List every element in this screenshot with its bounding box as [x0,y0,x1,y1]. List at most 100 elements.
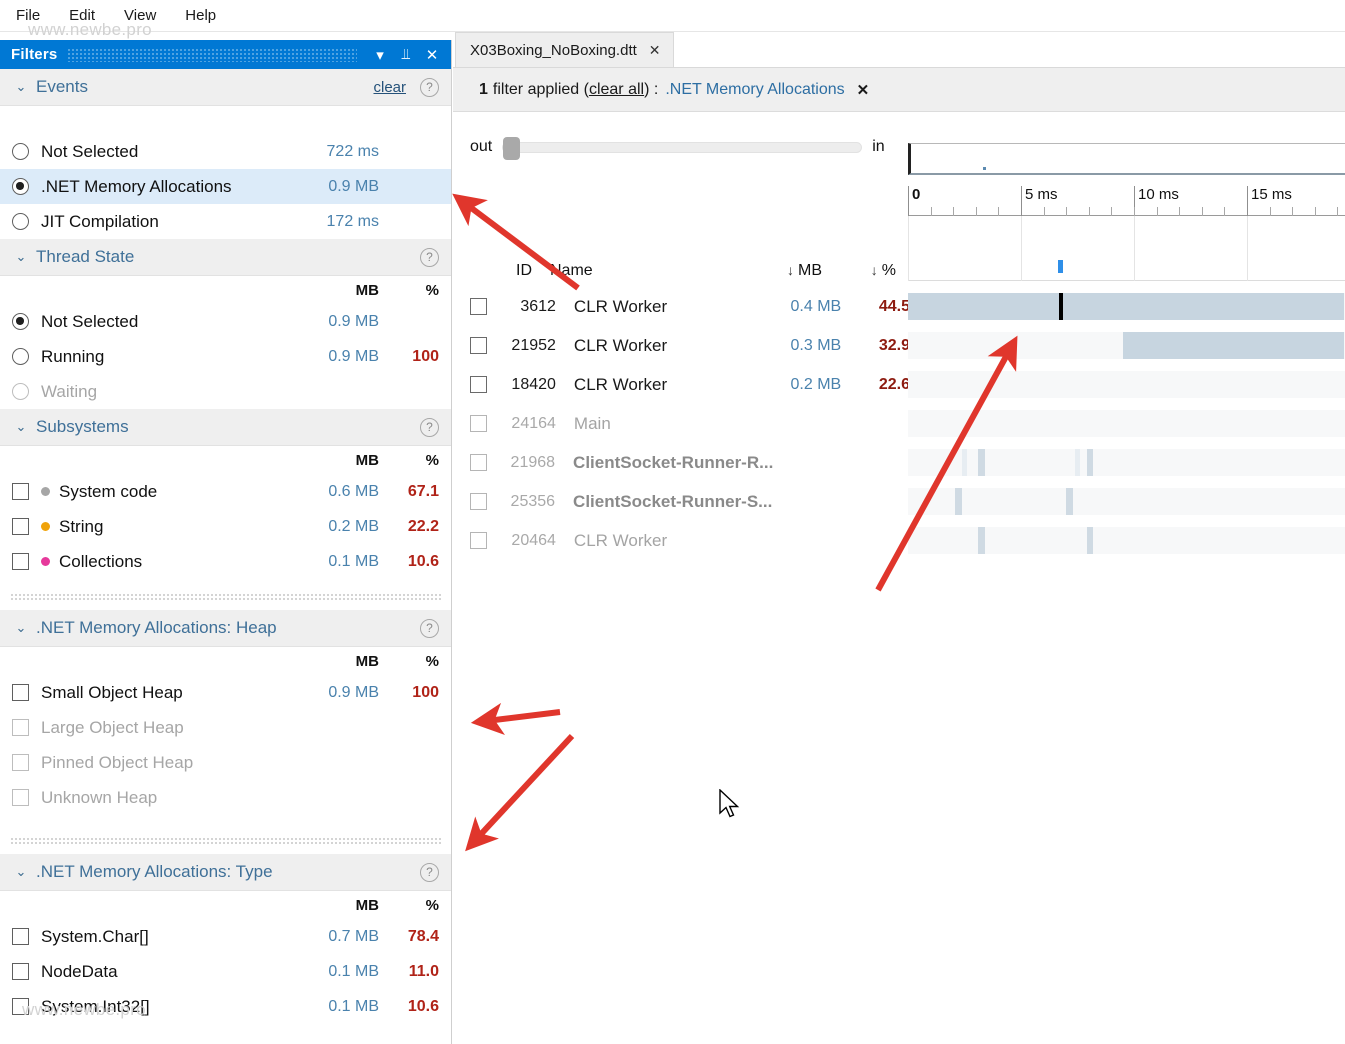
row-checkbox[interactable] [470,415,487,432]
checkbox[interactable] [12,928,29,945]
timeline-lane[interactable] [908,332,1345,359]
timeline-preview-band[interactable] [908,216,1345,281]
table-row[interactable]: 21952CLR Worker0.3 MB32.9 [470,326,910,365]
timeline-lane[interactable] [908,488,1345,515]
filter-row-label: Small Object Heap [41,683,293,703]
ruler-minor-tick [1134,207,1135,216]
checkbox[interactable] [12,754,29,771]
filter-row-thread-state-0[interactable]: Not Selected0.9 MB [0,304,451,339]
checkbox[interactable] [12,553,29,570]
filter-row-label: NodeData [41,962,293,982]
radio-button[interactable] [12,348,29,365]
row-checkbox[interactable] [470,493,487,510]
radio-button[interactable] [12,178,29,195]
tab-x03boxing-noboxing[interactable]: X03Boxing_NoBoxing.dtt ✕ [455,32,674,67]
checkbox[interactable] [12,789,29,806]
menu-item-edit[interactable]: Edit [56,4,108,27]
filter-row-events-2[interactable]: JIT Compilation172 ms [0,204,451,239]
help-icon[interactable]: ? [420,619,439,638]
overview-activity-marker [983,167,986,170]
pin-icon[interactable]: ⫫ [393,43,419,67]
column-header-name[interactable]: Name [532,262,722,280]
filter-row-heap-2[interactable]: Pinned Object Heap [0,745,451,780]
table-row[interactable]: 3612CLR Worker0.4 MB44.5 [470,287,910,326]
radio-button[interactable] [12,313,29,330]
zoom-slider-row: out in [470,138,885,156]
chevron-down-icon: ⌄ [12,864,30,880]
filter-section-header-subsystems[interactable]: ⌄Subsystems? [0,409,451,446]
filter-row-heap-0[interactable]: Small Object Heap0.9 MB100 [0,675,451,710]
legend-color-dot [41,557,50,566]
zoom-slider-thumb[interactable] [503,137,520,160]
section-clear-link[interactable]: clear [373,79,406,96]
timeline-lane[interactable] [908,371,1345,398]
filter-section-header-events[interactable]: ⌄Eventsclear? [0,69,451,106]
clear-all-link[interactable]: clear all [589,81,644,99]
filter-row-mb: 0.6 MB [293,483,379,501]
row-checkbox[interactable] [470,298,487,315]
timeline-lane[interactable] [908,449,1345,476]
filter-row-events-1[interactable]: .NET Memory Allocations0.9 MB [0,169,451,204]
filter-row-type-2[interactable]: System.Int32[]0.1 MB10.6 [0,989,451,1024]
zoom-slider-track[interactable] [502,142,862,153]
filter-row-type-1[interactable]: NodeData0.1 MB11.0 [0,954,451,989]
radio-button[interactable] [12,213,29,230]
filter-row-mb: 0.9 MB [293,348,379,366]
checkbox[interactable] [12,684,29,701]
table-row[interactable]: 25356ClientSocket-Runner-S... [470,482,910,521]
filter-column-headers: MB% [0,891,451,919]
filter-row-heap-3[interactable]: Unknown Heap [0,780,451,815]
table-row[interactable]: 21968ClientSocket-Runner-R... [470,443,910,482]
lane-segment [978,527,985,554]
filter-count: 1 [479,81,488,99]
filter-row-mb: 0.1 MB [293,963,379,981]
table-row[interactable]: 18420CLR Worker0.2 MB22.6 [470,365,910,404]
checkbox[interactable] [12,518,29,535]
table-row[interactable]: 20464CLR Worker [470,521,910,560]
help-icon[interactable]: ? [420,863,439,882]
filter-row-thread-state-1[interactable]: Running0.9 MB100 [0,339,451,374]
filter-row-thread-state-2[interactable]: Waiting [0,374,451,409]
filter-chip-remove-icon[interactable]: ✕ [857,81,870,99]
column-header-pct: % [379,653,439,670]
timeline-lane[interactable] [908,410,1345,437]
drag-grip[interactable] [67,48,357,62]
checkbox[interactable] [12,483,29,500]
checkbox[interactable] [12,963,29,980]
filter-row-subsystems-1[interactable]: String0.2 MB22.2 [0,509,451,544]
radio-button[interactable] [12,383,29,400]
checkbox[interactable] [12,998,29,1015]
timeline-lane[interactable] [908,527,1345,554]
ruler-minor-tick [953,207,954,216]
help-icon[interactable]: ? [420,78,439,97]
column-header-id[interactable]: ID [470,262,532,280]
menu-item-help[interactable]: Help [172,4,229,27]
column-header-mb[interactable]: ↓MB [722,262,822,280]
column-header-pct[interactable]: ↓% [822,262,896,280]
table-row[interactable]: 24164Main [470,404,910,443]
row-checkbox[interactable] [470,532,487,549]
radio-button[interactable] [12,143,29,160]
filter-section-header-heap[interactable]: ⌄.NET Memory Allocations: Heap? [0,610,451,647]
filter-section-header-thread-state[interactable]: ⌄Thread State? [0,239,451,276]
help-icon[interactable]: ? [420,418,439,437]
close-icon[interactable]: ✕ [649,42,661,59]
chevron-down-icon[interactable]: ▾ [367,43,393,67]
row-checkbox[interactable] [470,376,487,393]
filter-row-subsystems-2[interactable]: Collections0.1 MB10.6 [0,544,451,579]
menu-item-file[interactable]: File [3,4,53,27]
filter-row-heap-1[interactable]: Large Object Heap [0,710,451,745]
close-icon[interactable]: ✕ [419,43,445,67]
row-checkbox[interactable] [470,454,487,471]
checkbox[interactable] [12,719,29,736]
filter-row-subsystems-0[interactable]: System code0.6 MB67.1 [0,474,451,509]
timeline-overview[interactable] [908,143,1345,175]
row-checkbox[interactable] [470,337,487,354]
timeline-lane[interactable] [908,293,1345,320]
filter-section-header-type[interactable]: ⌄.NET Memory Allocations: Type? [0,854,451,891]
filter-row-events-0[interactable]: Not Selected722 ms [0,134,451,169]
thread-id: 3612 [495,298,556,316]
filter-row-type-0[interactable]: System.Char[]0.7 MB78.4 [0,919,451,954]
help-icon[interactable]: ? [420,248,439,267]
menu-item-view[interactable]: View [111,4,169,27]
